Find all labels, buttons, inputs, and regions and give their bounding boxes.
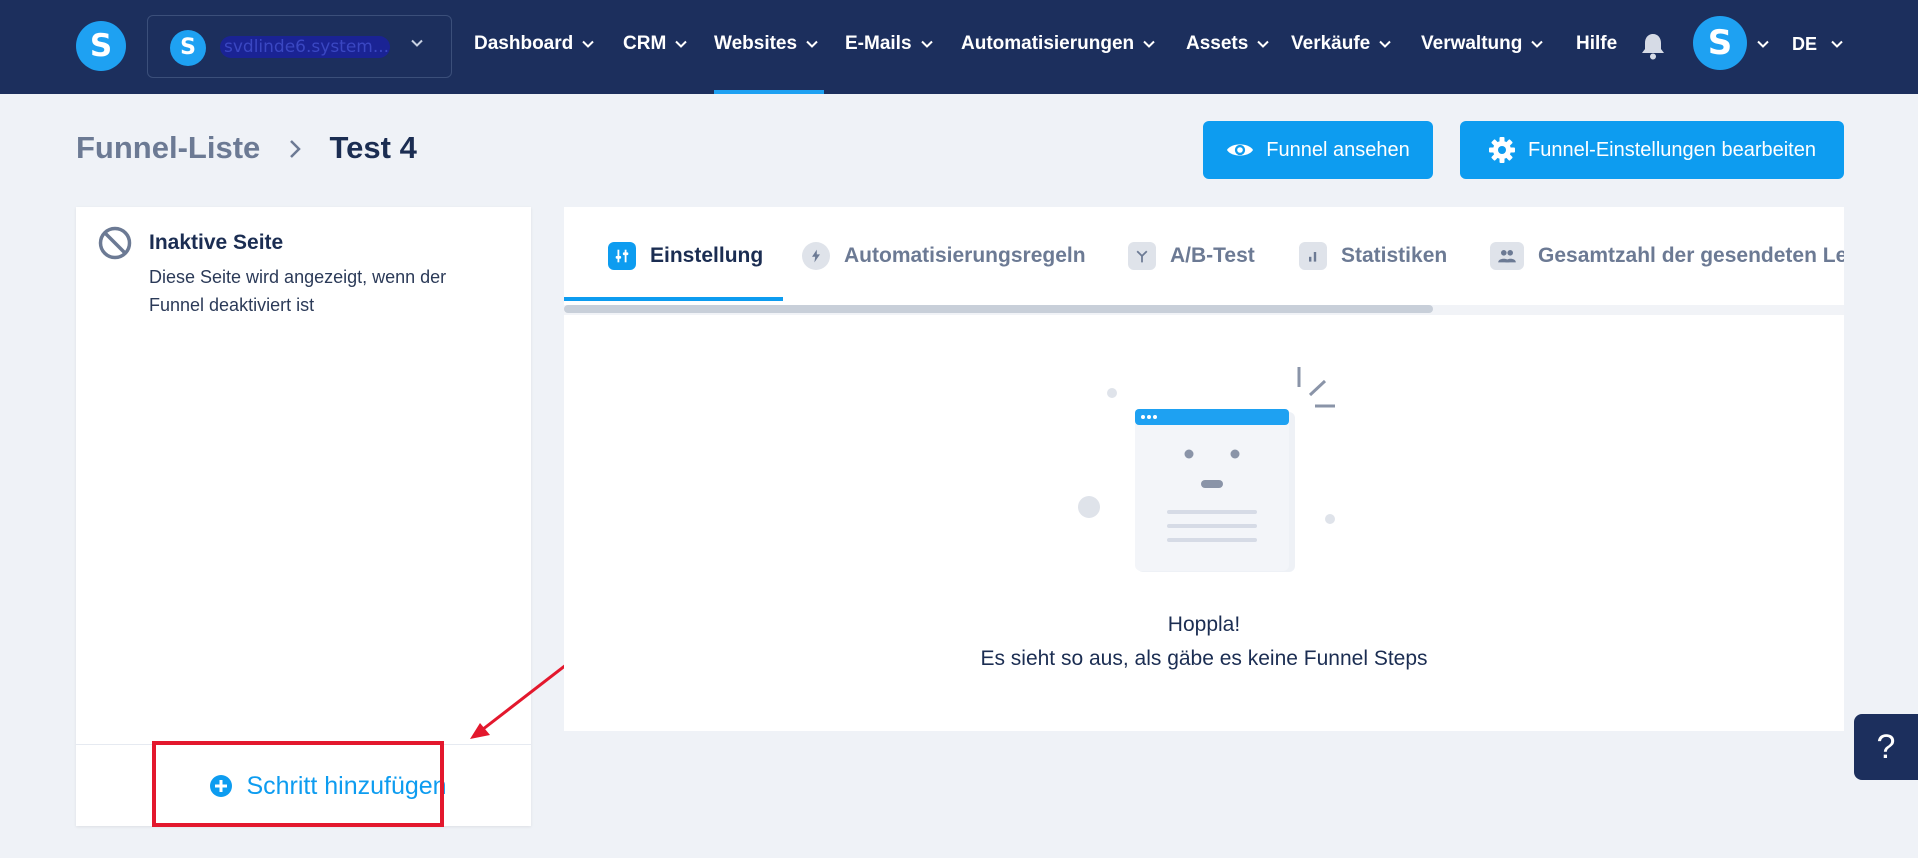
tab-automation-rules[interactable]: Automatisierungsregeln: [802, 207, 1086, 305]
chevron-right-icon: [287, 130, 303, 166]
chevron-down-icon: [674, 37, 688, 51]
chevron-down-icon: [581, 37, 595, 51]
empty-state-title: Hoppla!: [1167, 613, 1241, 636]
empty-state-illustration: [1078, 367, 1335, 572]
tab-settings[interactable]: Einstellung: [564, 207, 784, 305]
tab-scrollbar-thumb[interactable]: [564, 305, 1433, 313]
nav-label: Assets: [1186, 32, 1249, 54]
split-icon: [1128, 242, 1156, 270]
view-funnel-button[interactable]: Funnel ansehen: [1203, 121, 1433, 179]
users-icon: [1490, 242, 1524, 270]
chevron-down-icon: [1142, 37, 1156, 51]
empty-state-subtitle: Es sieht so aus, als gäbe es keine Funne…: [980, 647, 1428, 670]
nav-label: Automatisierungen: [961, 32, 1135, 54]
nav-label: CRM: [623, 32, 667, 54]
chevron-down-icon[interactable]: [1830, 37, 1844, 51]
user-avatar[interactable]: S: [1693, 16, 1747, 70]
chevron-down-icon: [1530, 37, 1544, 51]
nav-label: Hilfe: [1576, 32, 1618, 54]
page-title: Test 4: [329, 130, 417, 165]
gear-icon: [1488, 136, 1516, 164]
tab-statistics[interactable]: Statistiken: [1299, 207, 1447, 305]
view-funnel-label: Funnel ansehen: [1266, 138, 1410, 161]
chevron-down-icon: [1378, 37, 1392, 51]
tab-total-sent[interactable]: Gesamtzahl der gesendeten Le: [1490, 207, 1844, 305]
nav-item-sales[interactable]: Verkäufe: [1291, 0, 1392, 94]
nav-item-help[interactable]: Hilfe: [1576, 0, 1617, 94]
nav-item-websites[interactable]: Websites: [714, 0, 824, 94]
sliders-icon: [608, 242, 636, 270]
top-navigation-bar: S S svdlinde6.system... Dashboard CRM We…: [0, 0, 1918, 94]
nav-item-assets[interactable]: Assets: [1186, 0, 1270, 94]
inactive-page-title[interactable]: Inaktive Seite: [149, 231, 283, 255]
tab-label: A/B-Test: [1170, 244, 1255, 267]
inactive-page-description: Diese Seite wird angezeigt, wenn der Fun…: [149, 267, 447, 315]
nav-label: Verkäufe: [1291, 32, 1371, 54]
tab-ab-test[interactable]: A/B-Test: [1128, 207, 1255, 305]
highlight-annotation-box: [152, 741, 444, 827]
nav-label: Verwaltung: [1421, 32, 1523, 54]
language-selector[interactable]: DE: [1792, 34, 1817, 55]
chevron-down-icon: [1256, 37, 1270, 51]
app-logo[interactable]: S: [76, 21, 126, 71]
nav-label: E-Mails: [845, 32, 912, 54]
workspace-avatar: S: [170, 30, 206, 66]
help-button[interactable]: ?: [1854, 714, 1918, 780]
tab-label: Gesamtzahl der gesendeten Le: [1538, 244, 1844, 267]
breadcrumb: Funnel-Liste Test 4: [76, 130, 417, 170]
nav-label: Websites: [714, 32, 798, 54]
nav-item-crm[interactable]: CRM: [623, 0, 688, 94]
bell-icon[interactable]: [1640, 32, 1666, 60]
bar-chart-icon: [1299, 242, 1327, 270]
chevron-down-icon: [410, 36, 424, 50]
edit-funnel-settings-button[interactable]: Funnel-Einstellungen bearbeiten: [1460, 121, 1844, 179]
tab-label: Einstellung: [650, 244, 764, 267]
breadcrumb-parent-link[interactable]: Funnel-Liste: [76, 130, 260, 165]
bolt-icon: [802, 242, 830, 270]
tab-label: Automatisierungsregeln: [844, 244, 1086, 267]
eye-icon: [1226, 136, 1254, 164]
prohibited-icon: [98, 226, 132, 260]
workspace-selector[interactable]: S svdlinde6.system...: [147, 15, 452, 78]
funnel-detail-panel: Einstellung Automatisierungsregeln A/B-T…: [564, 207, 1844, 731]
tab-label: Statistiken: [1341, 244, 1448, 267]
nav-label: Dashboard: [474, 32, 574, 54]
nav-item-emails[interactable]: E-Mails: [845, 0, 934, 94]
chevron-down-icon[interactable]: [1756, 37, 1770, 51]
nav-item-automations[interactable]: Automatisierungen: [961, 0, 1156, 94]
chevron-down-icon: [920, 37, 934, 51]
chevron-down-icon: [805, 37, 819, 51]
edit-funnel-settings-label: Funnel-Einstellungen bearbeiten: [1528, 138, 1816, 161]
nav-item-administration[interactable]: Verwaltung: [1421, 0, 1544, 94]
workspace-name: svdlinde6.system...: [220, 36, 390, 58]
tab-bar: Einstellung Automatisierungsregeln A/B-T…: [564, 207, 1844, 305]
nav-item-dashboard[interactable]: Dashboard: [474, 0, 595, 94]
